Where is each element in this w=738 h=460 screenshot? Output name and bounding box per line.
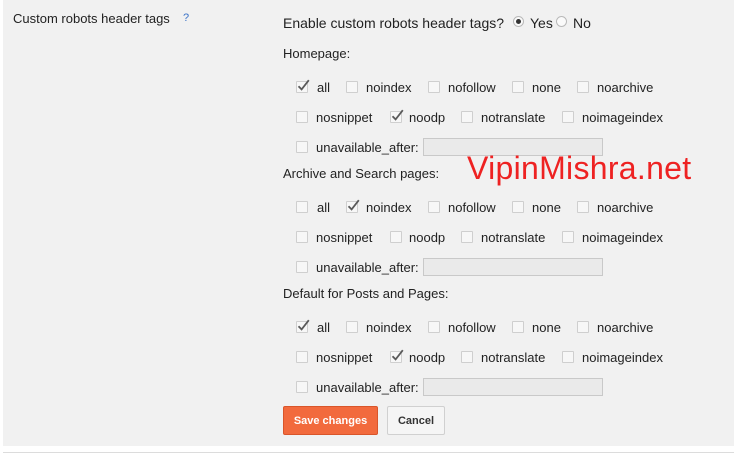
option-label-noarchive[interactable]: noarchive bbox=[597, 320, 653, 335]
radio-no-label[interactable]: No bbox=[573, 15, 591, 31]
option-label-noodp[interactable]: noodp bbox=[409, 230, 445, 245]
option-label-noindex[interactable]: noindex bbox=[366, 200, 412, 215]
option-label-noodp[interactable]: noodp bbox=[409, 350, 445, 365]
checkbox-homepage-noarchive[interactable] bbox=[577, 81, 589, 93]
checkbox-homepage-nofollow[interactable] bbox=[428, 81, 440, 93]
setting-label: Custom robots header tags bbox=[13, 11, 170, 26]
checkbox-posts-pages-nofollow[interactable] bbox=[428, 321, 440, 333]
option-label-noindex[interactable]: noindex bbox=[366, 80, 412, 95]
option-label-all[interactable]: all bbox=[317, 200, 330, 215]
checkmark-icon bbox=[297, 319, 310, 331]
option-label-unavailable_after[interactable]: unavailable_after: bbox=[316, 380, 419, 395]
watermark: VipinMishra.net bbox=[467, 150, 692, 186]
divider bbox=[3, 452, 734, 453]
checkbox-homepage-noodp[interactable] bbox=[390, 109, 404, 123]
checkmark-icon bbox=[297, 79, 310, 91]
radio-yes[interactable] bbox=[513, 16, 524, 27]
checkmark-icon bbox=[391, 109, 404, 121]
checkbox-posts-pages-nosnippet[interactable] bbox=[296, 351, 308, 363]
radio-selected-dot bbox=[516, 19, 521, 24]
checkbox-homepage-nosnippet[interactable] bbox=[296, 111, 308, 123]
checkbox-homepage-none[interactable] bbox=[512, 81, 524, 93]
checkbox-archive-search-nofollow[interactable] bbox=[428, 201, 440, 213]
checkbox-posts-pages-noindex[interactable] bbox=[346, 321, 358, 333]
section-title-archive-search: Archive and Search pages: bbox=[283, 166, 440, 181]
checkbox-archive-search-nosnippet[interactable] bbox=[296, 231, 308, 243]
option-label-noimageindex[interactable]: noimageindex bbox=[582, 230, 663, 245]
checkbox-posts-pages-noimageindex[interactable] bbox=[562, 351, 574, 363]
checkbox-homepage-noimageindex[interactable] bbox=[562, 111, 574, 123]
checkbox-archive-search-all[interactable] bbox=[296, 201, 308, 213]
checkbox-archive-search-noindex[interactable] bbox=[346, 199, 360, 213]
checkbox-posts-pages-none[interactable] bbox=[512, 321, 524, 333]
radio-yes-label[interactable]: Yes bbox=[530, 15, 553, 31]
option-label-noindex[interactable]: noindex bbox=[366, 320, 412, 335]
checkbox-archive-search-none[interactable] bbox=[512, 201, 524, 213]
checkbox-homepage-notranslate[interactable] bbox=[461, 111, 473, 123]
checkbox-posts-pages-noarchive[interactable] bbox=[577, 321, 589, 333]
checkbox-posts-pages-all[interactable] bbox=[296, 319, 310, 333]
checkbox-homepage-unavailable_after[interactable] bbox=[296, 141, 308, 153]
checkbox-posts-pages-notranslate[interactable] bbox=[461, 351, 473, 363]
option-label-notranslate[interactable]: notranslate bbox=[481, 110, 545, 125]
checkbox-archive-search-noarchive[interactable] bbox=[577, 201, 589, 213]
help-link[interactable]: ? bbox=[183, 12, 189, 24]
option-label-all[interactable]: all bbox=[317, 320, 330, 335]
checkmark-icon bbox=[347, 199, 360, 211]
checkbox-homepage-all[interactable] bbox=[296, 79, 310, 93]
save-button[interactable]: Save changes bbox=[283, 406, 378, 435]
option-label-nosnippet[interactable]: nosnippet bbox=[316, 110, 372, 125]
option-label-noodp[interactable]: noodp bbox=[409, 110, 445, 125]
option-label-noimageindex[interactable]: noimageindex bbox=[582, 110, 663, 125]
option-label-nosnippet[interactable]: nosnippet bbox=[316, 230, 372, 245]
checkmark-icon bbox=[391, 349, 404, 361]
checkbox-archive-search-noodp[interactable] bbox=[390, 231, 402, 243]
option-label-all[interactable]: all bbox=[317, 80, 330, 95]
option-label-unavailable_after[interactable]: unavailable_after: bbox=[316, 140, 419, 155]
option-label-nosnippet[interactable]: nosnippet bbox=[316, 350, 372, 365]
option-label-notranslate[interactable]: notranslate bbox=[481, 350, 545, 365]
radio-no[interactable] bbox=[556, 16, 567, 27]
section-title-homepage: Homepage: bbox=[283, 46, 351, 61]
option-label-nofollow[interactable]: nofollow bbox=[448, 80, 496, 95]
unavailable-after-input-posts-pages[interactable] bbox=[423, 378, 603, 396]
checkbox-posts-pages-unavailable_after[interactable] bbox=[296, 381, 308, 393]
unavailable-after-input-archive-search[interactable] bbox=[423, 258, 603, 276]
option-label-noimageindex[interactable]: noimageindex bbox=[582, 350, 663, 365]
cancel-button[interactable]: Cancel bbox=[387, 406, 445, 435]
option-label-none[interactable]: none bbox=[532, 320, 561, 335]
option-label-notranslate[interactable]: notranslate bbox=[481, 230, 545, 245]
checkbox-homepage-noindex[interactable] bbox=[346, 81, 358, 93]
checkbox-archive-search-unavailable_after[interactable] bbox=[296, 261, 308, 273]
checkbox-archive-search-noimageindex[interactable] bbox=[562, 231, 574, 243]
checkbox-posts-pages-noodp[interactable] bbox=[390, 349, 404, 363]
enable-question: Enable custom robots header tags? bbox=[283, 15, 505, 31]
option-label-none[interactable]: none bbox=[532, 200, 561, 215]
section-title-posts-pages: Default for Posts and Pages: bbox=[283, 286, 449, 301]
option-label-nofollow[interactable]: nofollow bbox=[448, 320, 496, 335]
option-label-none[interactable]: none bbox=[532, 80, 561, 95]
option-label-nofollow[interactable]: nofollow bbox=[448, 200, 496, 215]
option-label-noarchive[interactable]: noarchive bbox=[597, 80, 653, 95]
option-label-noarchive[interactable]: noarchive bbox=[597, 200, 653, 215]
option-label-unavailable_after[interactable]: unavailable_after: bbox=[316, 260, 419, 275]
checkbox-archive-search-notranslate[interactable] bbox=[461, 231, 473, 243]
